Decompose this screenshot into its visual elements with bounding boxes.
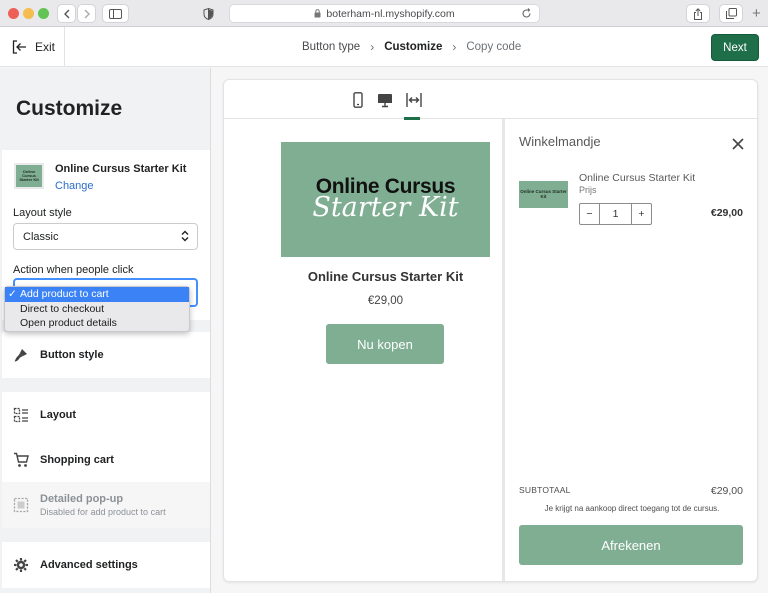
select-arrows-icon xyxy=(181,230,189,242)
shopping-cart-section[interactable]: Shopping cart xyxy=(2,437,210,483)
step-button-type[interactable]: Button type xyxy=(302,41,360,53)
button-style-section[interactable]: Button style xyxy=(2,332,210,378)
address-bar[interactable]: boterham-nl.myshopify.com xyxy=(229,4,540,23)
product-banner-image: Online Cursus Starter Kit xyxy=(281,142,490,257)
detailed-popup-sublabel: Disabled for add product to cart xyxy=(40,507,166,517)
quantity-stepper: − 1 + xyxy=(579,203,652,225)
browser-toolbar: boterham-nl.myshopify.com + xyxy=(0,0,768,27)
breadcrumb: Button type › Customize › Copy code xyxy=(302,27,521,67)
reload-icon[interactable] xyxy=(521,8,532,19)
quantity-increment-button[interactable]: + xyxy=(632,204,651,224)
product-thumbnail: Online Cursus Starter Kit xyxy=(14,163,44,189)
button-style-label: Button style xyxy=(40,349,104,361)
cart-item-thumbnail: Online Cursus Starter Kit xyxy=(519,181,568,208)
cart-item-price: €29,00 xyxy=(710,207,743,219)
app-top-bar: Exit Button type › Customize › Copy code… xyxy=(0,27,768,67)
forward-icon[interactable] xyxy=(77,4,96,23)
next-button[interactable]: Next xyxy=(711,34,759,61)
sidebar-toggle-icon[interactable] xyxy=(102,4,129,23)
product-name: Online Cursus Starter Kit xyxy=(55,163,187,175)
gear-icon xyxy=(14,558,28,572)
change-product-link[interactable]: Change xyxy=(55,180,94,192)
layout-style-select[interactable]: Classic xyxy=(13,223,198,250)
shopping-cart-label: Shopping cart xyxy=(40,454,114,466)
exit-icon xyxy=(12,40,26,54)
window-close-dot[interactable] xyxy=(8,8,19,19)
tabs-overview-icon[interactable] xyxy=(719,4,743,23)
detailed-popup-section: Detailed pop-up Disabled for add product… xyxy=(2,482,210,528)
product-price: €29,00 xyxy=(367,295,404,307)
layout-style-value: Classic xyxy=(23,230,59,243)
lock-icon xyxy=(314,9,321,18)
step-customize[interactable]: Customize xyxy=(384,41,442,53)
step-copy-code: Copy code xyxy=(466,41,522,53)
cart-drawer: Winkelmandje Online Cursus Starter Kit O… xyxy=(505,119,757,581)
checkmark-icon: ✓ xyxy=(8,288,17,300)
exit-button[interactable]: Exit xyxy=(0,27,65,67)
desktop-preview-icon[interactable] xyxy=(375,90,395,110)
subtotal-label: SUBTOTAAL xyxy=(519,485,571,495)
back-icon[interactable] xyxy=(57,4,76,23)
click-action-label: Action when people click xyxy=(13,264,134,276)
cart-title: Winkelmandje xyxy=(519,134,601,149)
preview-panel: Online Cursus Starter Kit Online Cursus … xyxy=(223,79,758,582)
banner-line2: Starter Kit xyxy=(312,192,459,223)
chevron-right-icon: › xyxy=(452,40,457,54)
quantity-input[interactable]: 1 xyxy=(599,204,632,224)
chevron-right-icon: › xyxy=(370,40,375,54)
option-open-details[interactable]: Open product details xyxy=(5,316,189,331)
buy-now-button[interactable]: Nu kopen xyxy=(326,324,444,364)
window-minimize-dot[interactable] xyxy=(23,8,34,19)
url-text: boterham-nl.myshopify.com xyxy=(326,7,455,20)
privacy-shield-icon[interactable] xyxy=(196,4,220,23)
advanced-settings-section[interactable]: Advanced settings xyxy=(2,542,210,588)
option-direct-checkout[interactable]: Direct to checkout xyxy=(5,302,189,317)
product-title: Online Cursus Starter Kit xyxy=(307,269,464,284)
click-action-dropdown: ✓ Add product to cart Direct to checkout… xyxy=(4,286,190,332)
subtotal-value: €29,00 xyxy=(710,485,743,497)
advanced-settings-label: Advanced settings xyxy=(40,559,138,571)
popup-icon xyxy=(13,497,29,513)
share-icon[interactable] xyxy=(686,4,710,23)
cart-note: Je krijgt na aankoop direct toegang tot … xyxy=(544,504,720,513)
page-title: Customize xyxy=(16,97,123,120)
mobile-preview-icon[interactable] xyxy=(348,90,368,110)
fullwidth-preview-icon[interactable] xyxy=(404,90,424,120)
product-preview: Online Cursus Starter Kit Online Cursus … xyxy=(224,119,503,581)
layout-label: Layout xyxy=(40,409,77,421)
layout-section[interactable]: Layout xyxy=(2,392,210,438)
new-tab-icon[interactable]: + xyxy=(752,4,761,23)
layout-style-label: Layout style xyxy=(13,207,72,219)
window-zoom-dot[interactable] xyxy=(38,8,49,19)
checkout-button[interactable]: Afrekenen xyxy=(519,525,743,565)
detailed-popup-label: Detailed pop-up xyxy=(40,493,124,505)
quantity-decrement-button[interactable]: − xyxy=(580,204,599,224)
close-icon[interactable] xyxy=(732,138,744,150)
cart-item-variant: Prijs xyxy=(579,185,597,195)
paint-brush-icon xyxy=(14,349,27,362)
cart-item-name: Online Cursus Starter Kit xyxy=(579,172,696,184)
option-add-to-cart[interactable]: ✓ Add product to cart xyxy=(5,287,189,302)
layout-list-icon xyxy=(13,407,28,423)
cart-icon xyxy=(14,452,29,467)
exit-label: Exit xyxy=(35,40,56,54)
device-toggle-bar xyxy=(224,80,757,120)
